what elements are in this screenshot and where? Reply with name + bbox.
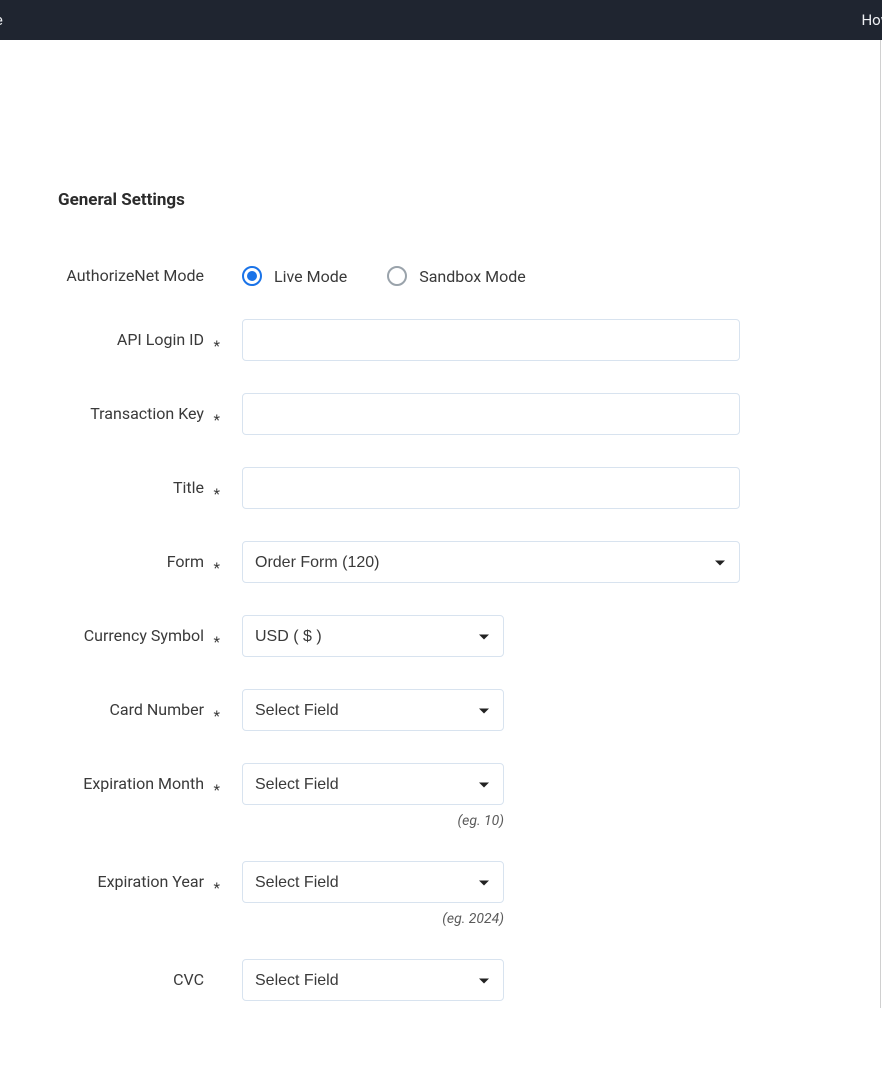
mode-radio-group: Live Mode Sandbox Mode xyxy=(242,265,526,287)
section-title: General Settings xyxy=(58,190,842,210)
settings-form: General Settings AuthorizeNet Mode Live … xyxy=(0,40,882,1073)
label-transaction-key: Transaction Key xyxy=(40,393,212,435)
row-mode: AuthorizeNet Mode Live Mode Sandbox Mode xyxy=(40,265,842,287)
vertical-divider xyxy=(880,40,881,1008)
row-card-number: Card Number Select Field xyxy=(40,689,842,731)
row-title: Title xyxy=(40,467,842,509)
select-exp-month[interactable]: Select Field xyxy=(242,763,504,805)
hint-exp-month: (eg. 10) xyxy=(242,813,504,829)
hint-exp-year: (eg. 2024) xyxy=(242,911,504,927)
row-currency: Currency Symbol USD ( $ ) xyxy=(40,615,842,657)
select-currency[interactable]: USD ( $ ) xyxy=(242,615,504,657)
label-card-number: Card Number xyxy=(40,689,212,731)
radio-live-mode[interactable]: Live Mode xyxy=(242,266,347,286)
label-title: Title xyxy=(40,467,212,509)
row-exp-year: Expiration Year Select Field (eg. 2024) xyxy=(40,861,842,927)
label-currency: Currency Symbol xyxy=(40,615,212,657)
input-api-login-id[interactable] xyxy=(242,319,740,361)
label-exp-month: Expiration Month xyxy=(40,763,212,805)
row-form: Form Order Form (120) xyxy=(40,541,842,583)
row-transaction-key: Transaction Key xyxy=(40,393,842,435)
radio-checked-icon xyxy=(242,266,262,286)
input-title[interactable] xyxy=(242,467,740,509)
label-form: Form xyxy=(40,541,212,583)
label-api-login-id: API Login ID xyxy=(40,319,212,361)
select-card-number-wrap: Select Field xyxy=(242,689,504,731)
select-exp-year[interactable]: Select Field xyxy=(242,861,504,903)
topbar-left-fragment: te xyxy=(0,11,3,29)
select-cvc[interactable]: Select Field xyxy=(242,959,504,1001)
select-exp-year-wrap: Select Field xyxy=(242,861,504,903)
radio-sandbox-mode[interactable]: Sandbox Mode xyxy=(387,266,526,286)
radio-sandbox-label: Sandbox Mode xyxy=(419,267,526,286)
select-form-wrap: Order Form (120) xyxy=(242,541,740,583)
radio-live-label: Live Mode xyxy=(274,267,347,286)
input-transaction-key[interactable] xyxy=(242,393,740,435)
row-cvc: CVC Select Field xyxy=(40,959,842,1001)
select-card-number[interactable]: Select Field xyxy=(242,689,504,731)
select-form[interactable]: Order Form (120) xyxy=(242,541,740,583)
radio-unchecked-icon xyxy=(387,266,407,286)
row-api-login-id: API Login ID xyxy=(40,319,842,361)
select-currency-wrap: USD ( $ ) xyxy=(242,615,504,657)
row-exp-month: Expiration Month Select Field (eg. 10) xyxy=(40,763,842,829)
label-cvc: CVC xyxy=(40,959,212,1001)
label-mode: AuthorizeNet Mode xyxy=(40,265,212,287)
topbar-right-fragment: How xyxy=(861,11,882,29)
label-exp-year: Expiration Year xyxy=(40,861,212,903)
select-cvc-wrap: Select Field xyxy=(242,959,504,1001)
select-exp-month-wrap: Select Field xyxy=(242,763,504,805)
top-bar: te How xyxy=(0,0,882,40)
